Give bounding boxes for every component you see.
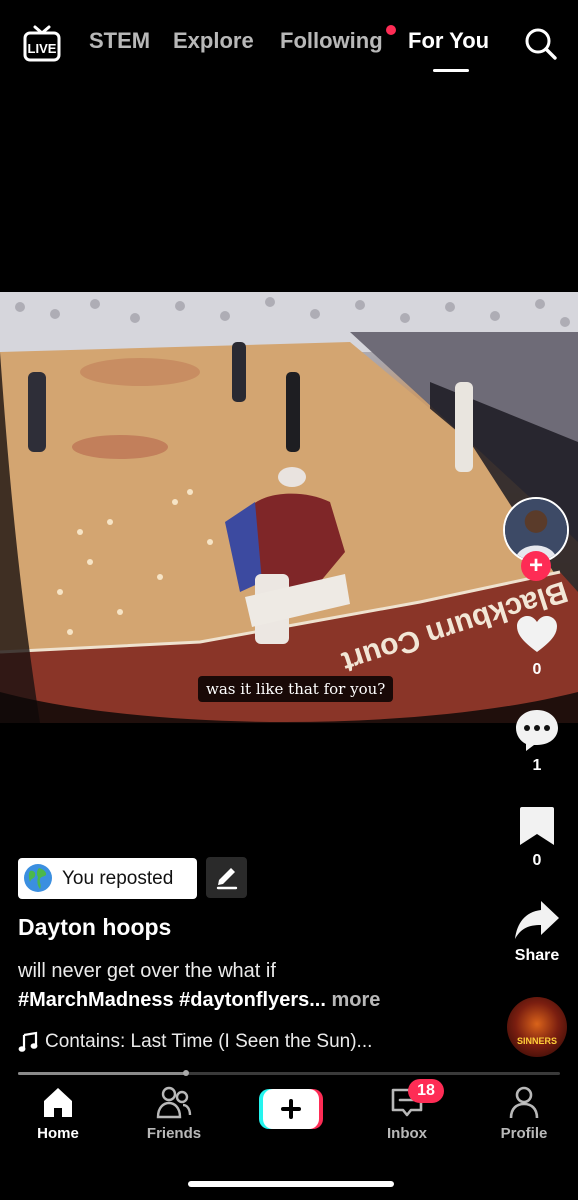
follow-plus-button[interactable]: + [521,551,551,581]
nav-home[interactable]: Home [8,1078,108,1158]
nav-profile-label: Profile [500,1125,548,1142]
like-count: 0 [532,661,542,678]
top-navigation: LIVE STEM Explore Following For You [0,0,578,90]
live-icon[interactable]: LIVE [22,24,62,64]
repost-badge[interactable]: You reposted [18,858,197,899]
video-caption: was it like that for you? [198,676,394,702]
comment-count: 1 [532,757,542,774]
search-icon[interactable] [522,25,558,61]
pencil-icon [216,868,238,890]
inbox-badge: 18 [408,1079,444,1103]
music-title[interactable]: Contains: Last Time (I Seen the Sun)... [45,1031,372,1053]
video-frame: Blackburn Court [0,292,578,723]
tab-following[interactable]: Following [280,28,383,54]
nav-home-label: Home [37,1125,79,1142]
music-note-icon [18,1031,38,1052]
more-button[interactable]: more [331,989,380,1011]
share-icon[interactable] [514,897,560,943]
bookmark-icon[interactable] [514,803,560,849]
post-hashtags[interactable]: #MarchMadness #daytonflyers... more [18,989,380,1012]
sound-disc[interactable]: SINNERS [507,997,567,1057]
tab-stem[interactable]: STEM [89,28,150,54]
create-button[interactable] [259,1089,323,1129]
repost-label: You reposted [62,868,174,889]
home-indicator [188,1181,394,1187]
heart-icon[interactable] [514,612,560,658]
tab-for-you[interactable]: For You [408,28,489,54]
tab-explore[interactable]: Explore [173,28,254,54]
video-progress-knob[interactable] [183,1070,190,1076]
profile-icon [509,1086,539,1119]
save-count: 0 [532,852,542,869]
friends-icon [156,1086,192,1119]
hashtag-text[interactable]: #MarchMadness #daytonflyers... [18,989,326,1011]
nav-profile[interactable]: Profile [474,1078,574,1158]
edit-repost-button[interactable] [206,857,247,898]
sound-disc-label: SINNERS [516,1036,557,1046]
active-tab-indicator [433,69,469,72]
following-notification-dot [386,25,396,35]
home-icon [44,1088,72,1117]
video-progress-bar[interactable] [18,1070,560,1076]
video-progress-fill [18,1072,187,1075]
post-description: will never get over the what if [18,960,276,982]
share-label: Share [514,947,560,964]
nav-friends-label: Friends [146,1125,202,1142]
nav-friends[interactable]: Friends [124,1078,224,1158]
comment-icon[interactable] [514,707,560,753]
nav-inbox-label: Inbox [387,1125,427,1142]
video-player[interactable]: Blackburn Court was it like that for you… [0,292,578,723]
creator-username[interactable]: Dayton hoops [18,914,171,941]
svg-text:LIVE: LIVE [28,41,57,56]
globe-icon [24,864,52,892]
